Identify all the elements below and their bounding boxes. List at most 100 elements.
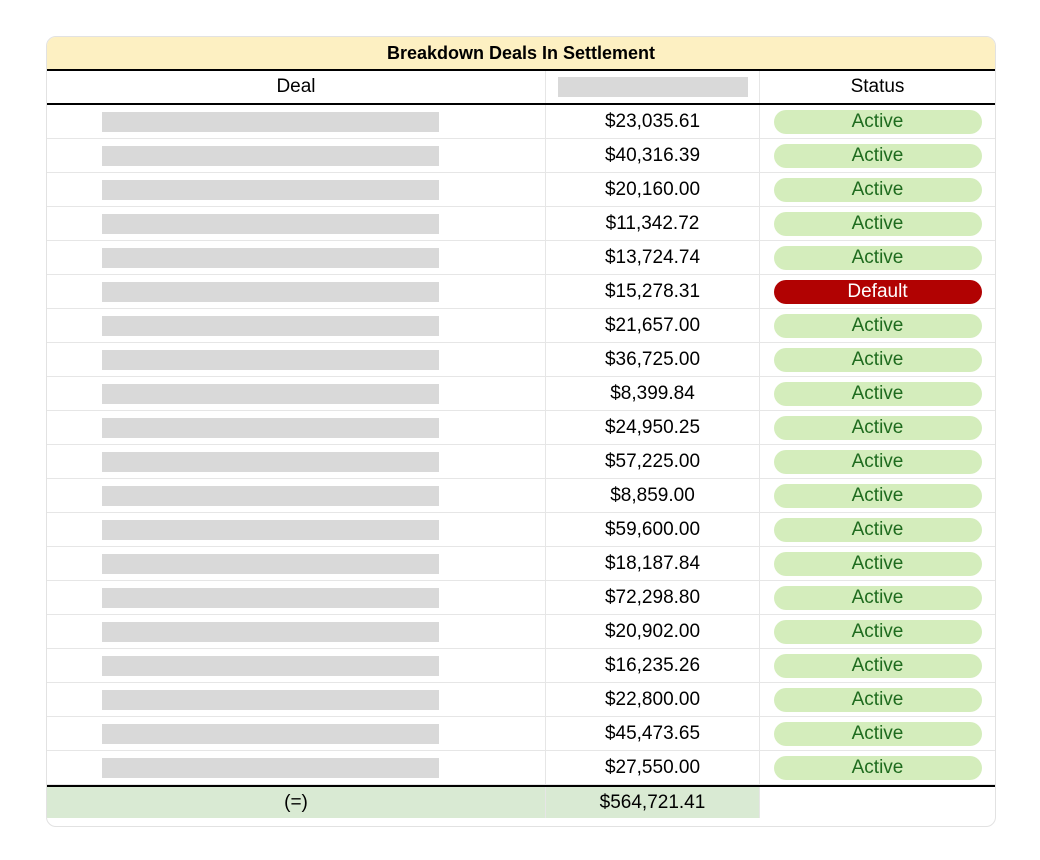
- deal-name-cell[interactable]: [47, 377, 546, 410]
- redacted-deal-name: [102, 656, 439, 676]
- status-cell[interactable]: Default: [760, 275, 995, 308]
- amount-cell[interactable]: $45,473.65: [546, 717, 760, 750]
- status-badge: Active: [773, 483, 982, 508]
- table-row: $45,473.65 Active: [47, 717, 995, 751]
- amount-cell[interactable]: $20,160.00: [546, 173, 760, 206]
- status-badge: Active: [773, 585, 982, 610]
- status-badge: Active: [773, 381, 982, 406]
- amount-cell[interactable]: $15,278.31: [546, 275, 760, 308]
- deal-name-cell[interactable]: [47, 547, 546, 580]
- status-badge: Active: [773, 143, 982, 168]
- status-cell[interactable]: Active: [760, 751, 995, 784]
- deal-name-cell[interactable]: [47, 581, 546, 614]
- table-row: $20,160.00 Active: [47, 173, 995, 207]
- deal-name-cell[interactable]: [47, 751, 546, 784]
- status-column-header[interactable]: Status: [760, 71, 995, 103]
- status-cell[interactable]: Active: [760, 717, 995, 750]
- amount-cell[interactable]: $8,859.00: [546, 479, 760, 512]
- status-badge: Active: [773, 211, 982, 236]
- settlement-table: Breakdown Deals In Settlement Deal Statu…: [46, 36, 996, 827]
- deal-name-cell[interactable]: [47, 207, 546, 240]
- amount-cell[interactable]: $27,550.00: [546, 751, 760, 784]
- redacted-deal-name: [102, 758, 439, 778]
- status-cell[interactable]: Active: [760, 241, 995, 274]
- deal-name-cell[interactable]: [47, 615, 546, 648]
- amount-cell[interactable]: $24,950.25: [546, 411, 760, 444]
- amount-cell[interactable]: $21,657.00: [546, 309, 760, 342]
- amount-cell[interactable]: $11,342.72: [546, 207, 760, 240]
- total-label[interactable]: (=): [47, 787, 546, 818]
- status-cell[interactable]: Active: [760, 343, 995, 376]
- table-row: $21,657.00 Active: [47, 309, 995, 343]
- table-row: $36,725.00 Active: [47, 343, 995, 377]
- redacted-deal-name: [102, 418, 439, 438]
- deal-name-cell[interactable]: [47, 173, 546, 206]
- amount-cell[interactable]: $16,235.26: [546, 649, 760, 682]
- redacted-deal-name: [102, 520, 439, 540]
- amount-cell[interactable]: $8,399.84: [546, 377, 760, 410]
- amount-column-header[interactable]: [546, 71, 760, 103]
- redacted-deal-name: [102, 554, 439, 574]
- redacted-deal-name: [102, 316, 439, 336]
- deal-name-cell[interactable]: [47, 309, 546, 342]
- redacted-deal-name: [102, 452, 439, 472]
- redacted-deal-name: [102, 486, 439, 506]
- amount-cell[interactable]: $22,800.00: [546, 683, 760, 716]
- status-badge: Active: [773, 721, 982, 746]
- deal-name-cell[interactable]: [47, 717, 546, 750]
- redacted-deal-name: [102, 588, 439, 608]
- status-cell[interactable]: Active: [760, 547, 995, 580]
- status-badge: Active: [773, 109, 982, 134]
- deal-column-header[interactable]: Deal: [47, 71, 546, 103]
- deal-name-cell[interactable]: [47, 139, 546, 172]
- status-cell[interactable]: Active: [760, 683, 995, 716]
- status-cell[interactable]: Active: [760, 377, 995, 410]
- table-row: $13,724.74 Active: [47, 241, 995, 275]
- amount-cell[interactable]: $18,187.84: [546, 547, 760, 580]
- status-cell[interactable]: Active: [760, 581, 995, 614]
- status-cell[interactable]: Active: [760, 445, 995, 478]
- amount-cell[interactable]: $40,316.39: [546, 139, 760, 172]
- total-status-cell[interactable]: [760, 787, 995, 818]
- redacted-header: [557, 77, 748, 97]
- deal-name-cell[interactable]: [47, 479, 546, 512]
- table-row: $72,298.80 Active: [47, 581, 995, 615]
- redacted-deal-name: [102, 248, 439, 268]
- status-cell[interactable]: Active: [760, 649, 995, 682]
- deal-name-cell[interactable]: [47, 105, 546, 138]
- amount-cell[interactable]: $57,225.00: [546, 445, 760, 478]
- redacted-deal-name: [102, 112, 439, 132]
- status-cell[interactable]: Active: [760, 105, 995, 138]
- deal-name-cell[interactable]: [47, 411, 546, 444]
- deal-name-cell[interactable]: [47, 683, 546, 716]
- status-cell[interactable]: Active: [760, 173, 995, 206]
- status-badge: Active: [773, 177, 982, 202]
- deal-name-cell[interactable]: [47, 649, 546, 682]
- total-amount[interactable]: $564,721.41: [546, 787, 760, 818]
- deal-name-cell[interactable]: [47, 241, 546, 274]
- deal-name-cell[interactable]: [47, 445, 546, 478]
- amount-cell[interactable]: $36,725.00: [546, 343, 760, 376]
- status-cell[interactable]: Active: [760, 615, 995, 648]
- deal-name-cell[interactable]: [47, 513, 546, 546]
- amount-cell[interactable]: $13,724.74: [546, 241, 760, 274]
- amount-cell[interactable]: $23,035.61: [546, 105, 760, 138]
- redacted-deal-name: [102, 214, 439, 234]
- status-cell[interactable]: Active: [760, 513, 995, 546]
- amount-cell[interactable]: $72,298.80: [546, 581, 760, 614]
- table-title: Breakdown Deals In Settlement: [47, 37, 995, 71]
- table-row: $57,225.00 Active: [47, 445, 995, 479]
- amount-cell[interactable]: $20,902.00: [546, 615, 760, 648]
- deal-name-cell[interactable]: [47, 275, 546, 308]
- status-cell[interactable]: Active: [760, 411, 995, 444]
- status-cell[interactable]: Active: [760, 479, 995, 512]
- table-row: $22,800.00 Active: [47, 683, 995, 717]
- amount-cell[interactable]: $59,600.00: [546, 513, 760, 546]
- status-badge: Active: [773, 687, 982, 712]
- status-cell[interactable]: Active: [760, 139, 995, 172]
- status-cell[interactable]: Active: [760, 207, 995, 240]
- deal-name-cell[interactable]: [47, 343, 546, 376]
- status-cell[interactable]: Active: [760, 309, 995, 342]
- redacted-deal-name: [102, 384, 439, 404]
- status-badge: Active: [773, 755, 982, 780]
